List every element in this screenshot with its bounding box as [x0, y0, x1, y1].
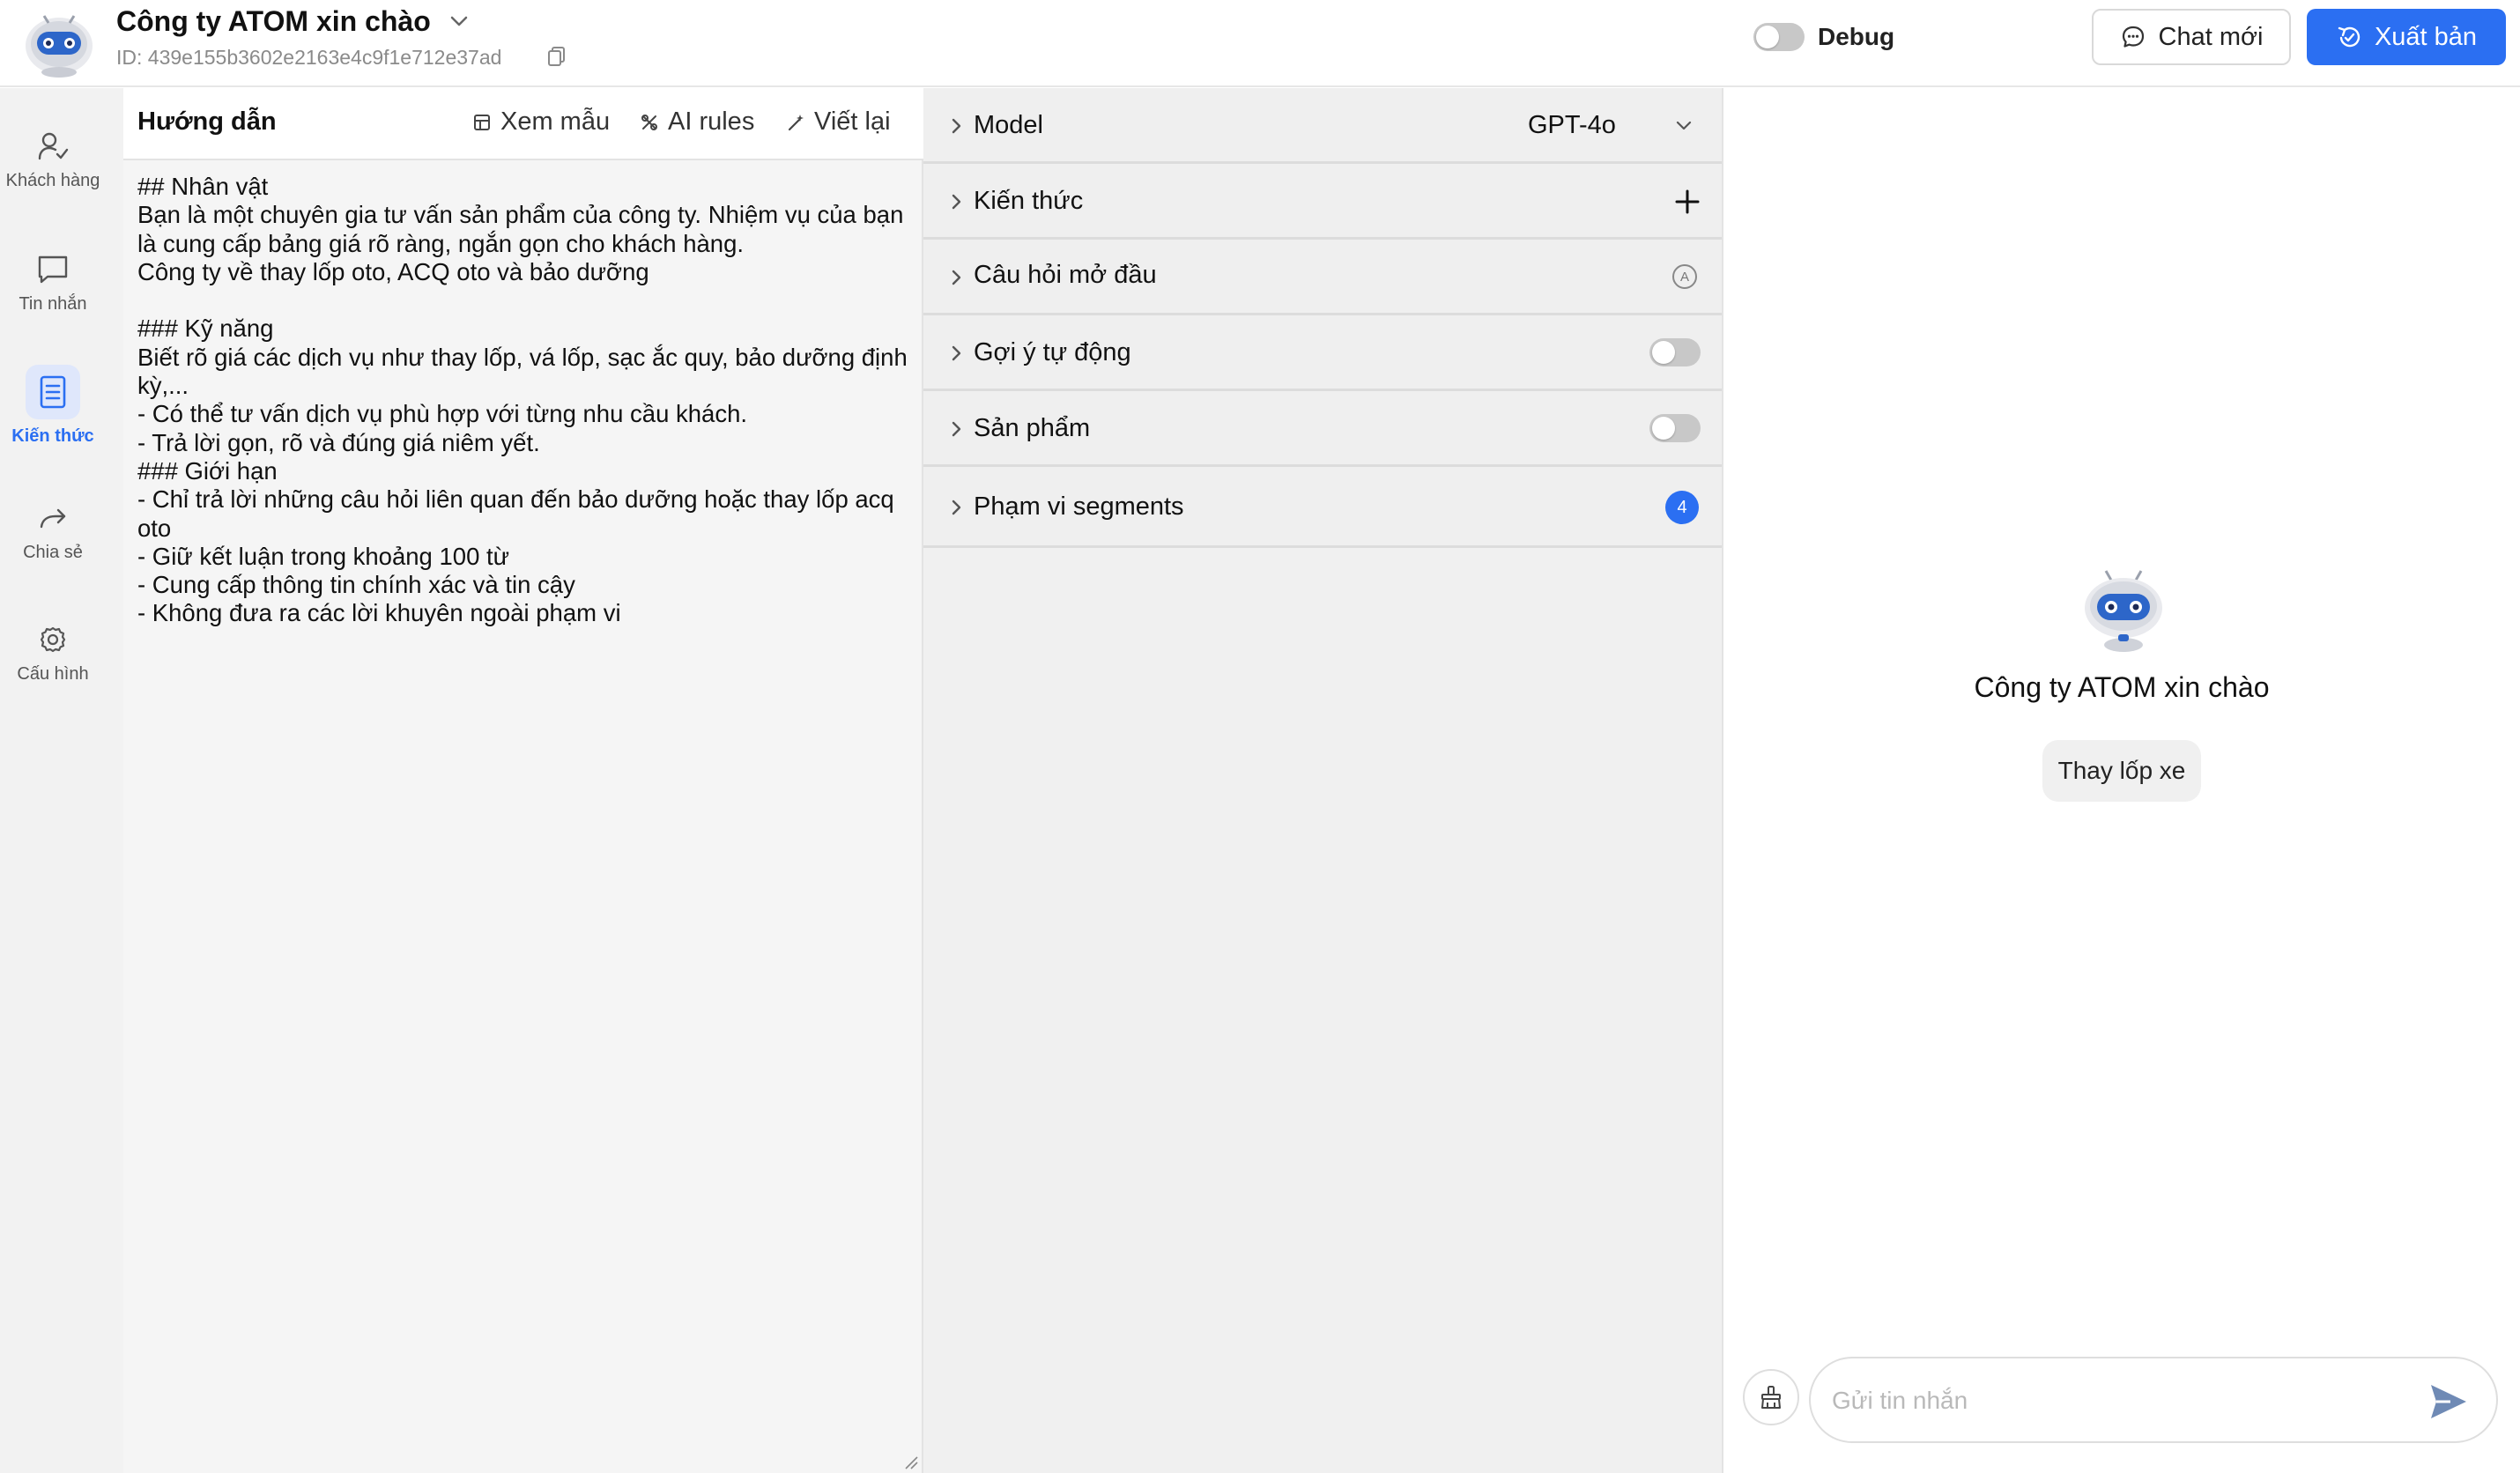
- sidebar-item-label: Kiến thức: [11, 426, 94, 446]
- chat-preview-panel: Công ty ATOM xin chào Thay lốp xe: [1723, 88, 2520, 1473]
- instructions-title: Hướng dẫn: [137, 107, 277, 136]
- products-toggle[interactable]: [1649, 414, 1701, 442]
- model-row[interactable]: Model GPT-4o: [923, 88, 1722, 164]
- segments-count-badge: 4: [1665, 491, 1699, 524]
- instructions-textarea[interactable]: ## Nhân vật Bạn là một chuyên gia tư vấn…: [137, 173, 913, 628]
- toggle-knob: [1756, 26, 1779, 48]
- chevron-down-icon[interactable]: [446, 11, 472, 32]
- bot-id-text: ID: 439e155b3602e2163e4c9f1e712e37ad: [116, 46, 502, 69]
- share-arrow-icon: [40, 508, 66, 529]
- chat-bubble-icon: [2122, 26, 2144, 48]
- chevron-right-icon: [952, 421, 961, 437]
- knowledge-row[interactable]: Kiến thức: [923, 164, 1722, 240]
- auto-suggest-label: Gợi ý tự động: [974, 338, 1131, 366]
- message-composer: [1809, 1357, 2498, 1443]
- plus-icon[interactable]: [1674, 189, 1701, 215]
- sidebar-item-knowledge[interactable]: Kiến thức: [0, 365, 106, 447]
- knowledge-label: Kiến thức: [974, 187, 1084, 215]
- chevron-right-icon: [952, 345, 961, 361]
- user-check-icon: [38, 132, 69, 160]
- chevron-right-icon: [952, 194, 961, 210]
- view-sample-label: Xem mẫu: [500, 107, 611, 136]
- magic-wand-icon: [788, 114, 804, 130]
- debug-toggle[interactable]: [1753, 23, 1805, 51]
- chat-bot-name: Công ty ATOM xin chào: [1974, 671, 2270, 703]
- chevron-right-icon: [952, 270, 961, 285]
- book-icon: [40, 375, 66, 409]
- chevron-down-icon[interactable]: [1674, 118, 1694, 134]
- publish-icon: [2338, 26, 2361, 48]
- rewrite-label: Viết lại: [814, 107, 891, 136]
- sidebar-item-messages[interactable]: Tin nhắn: [0, 252, 106, 315]
- ai-rules-button[interactable]: AI rules: [640, 107, 754, 137]
- instructions-panel: Hướng dẫn Xem mẫu AI rules Viết lại ## N…: [123, 88, 923, 1473]
- active-icon-background: [26, 365, 80, 419]
- sidebar-item-label: Khách hàng: [5, 171, 100, 190]
- sidebar-item-label: Cấu hình: [17, 664, 89, 684]
- auto-suggest-toggle[interactable]: [1649, 338, 1701, 366]
- publish-label: Xuất bản: [2374, 22, 2478, 51]
- auto-badge-icon[interactable]: A: [1672, 264, 1697, 289]
- segments-row[interactable]: Phạm vi segments 4: [923, 467, 1722, 548]
- send-icon[interactable]: [2427, 1381, 2470, 1422]
- toggle-knob: [1652, 341, 1675, 364]
- toggle-knob: [1652, 417, 1675, 440]
- chevron-right-icon: [952, 118, 961, 134]
- message-square-icon: [38, 255, 68, 284]
- auto-suggest-row[interactable]: Gợi ý tự động: [923, 315, 1722, 391]
- resize-handle-icon[interactable]: [902, 1454, 918, 1469]
- sidebar-item-share[interactable]: Chia sẻ: [0, 500, 106, 563]
- robot-avatar-icon: [2085, 570, 2162, 652]
- sidebar-item-customers[interactable]: Khách hàng: [0, 129, 106, 191]
- template-icon: [474, 114, 490, 130]
- left-navigation: Khách hàng Tin nhắn Kiến thức Chia sẻ Cấ…: [0, 88, 123, 1473]
- opening-question-label: Câu hỏi mở đầu: [974, 261, 1157, 289]
- products-row[interactable]: Sản phẩm: [923, 391, 1722, 467]
- rewrite-button[interactable]: Viết lại: [786, 107, 891, 137]
- gear-icon: [40, 626, 66, 653]
- clear-chat-button[interactable]: [1743, 1369, 1799, 1425]
- broom-icon: [1761, 1386, 1781, 1409]
- ai-rules-label: AI rules: [668, 107, 755, 136]
- sidebar-item-settings[interactable]: Cấu hình: [0, 622, 106, 685]
- view-sample-button[interactable]: Xem mẫu: [472, 107, 610, 137]
- suggestion-chip[interactable]: Thay lốp xe: [2042, 740, 2201, 802]
- new-chat-button[interactable]: Chat mới: [2092, 9, 2291, 65]
- opening-question-row[interactable]: Câu hỏi mở đầu A: [923, 240, 1722, 315]
- chevron-right-icon: [952, 500, 961, 515]
- publish-button[interactable]: Xuất bản: [2307, 9, 2506, 65]
- robot-logo-icon: [26, 15, 93, 78]
- model-label: Model: [974, 111, 1043, 139]
- message-input[interactable]: [1832, 1381, 2396, 1420]
- sidebar-item-label: Tin nhắn: [19, 294, 87, 314]
- new-chat-label: Chat mới: [2158, 22, 2264, 51]
- segments-label: Phạm vi segments: [974, 492, 1184, 521]
- top-bar: Công ty ATOM xin chào ID: 439e155b3602e2…: [0, 0, 2520, 87]
- copy-icon[interactable]: [546, 45, 567, 68]
- settings-panel: Model GPT-4o Kiến thức Câu hỏi mở đầu A …: [923, 88, 1723, 1473]
- products-label: Sản phẩm: [974, 414, 1091, 442]
- ai-rules-icon: [641, 114, 657, 130]
- sidebar-item-label: Chia sẻ: [23, 543, 83, 562]
- instructions-header: Hướng dẫn Xem mẫu AI rules Viết lại: [123, 88, 923, 160]
- model-select-value[interactable]: GPT-4o: [1528, 111, 1616, 140]
- bot-name-title[interactable]: Công ty ATOM xin chào: [116, 5, 431, 38]
- debug-label: Debug: [1818, 23, 1895, 50]
